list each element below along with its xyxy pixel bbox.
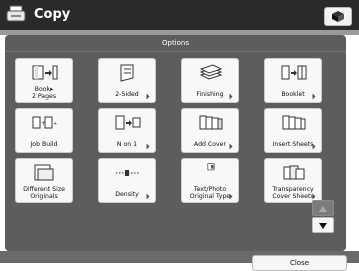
submenu-arrow-icon xyxy=(312,193,316,200)
job-build-icon: + +… xyxy=(32,116,58,129)
chevron-down-icon xyxy=(319,223,327,229)
submenu-arrow-icon xyxy=(312,93,316,100)
submenu-arrow-icon xyxy=(229,93,233,100)
option-2-sided[interactable]: 2-Sided xyxy=(98,58,156,103)
panel-header: Options xyxy=(5,35,346,52)
option-label: Book▸ 2 Pages xyxy=(31,86,57,100)
option-add-cover[interactable]: Add Cover xyxy=(181,108,239,153)
copy-machine-icon xyxy=(6,5,26,22)
n-on-1-icon xyxy=(115,115,141,130)
top-bar: Copy xyxy=(0,0,359,30)
app-title: Copy xyxy=(34,7,71,22)
option-label: Different Size Originals xyxy=(23,186,65,200)
transparency-cover-sheets-icon xyxy=(283,165,305,180)
scroll-down-button[interactable] xyxy=(312,217,334,233)
option-label: Job Build xyxy=(30,141,58,148)
submenu-arrow-icon xyxy=(229,193,233,200)
svg-text:+…: +… xyxy=(53,121,58,127)
option-insert-sheets[interactable]: Insert Sheets xyxy=(264,108,322,153)
submenu-arrow-icon xyxy=(229,143,233,150)
submenu-arrow-icon xyxy=(312,143,316,150)
submenu-arrow-icon xyxy=(146,143,150,150)
option-transparency-cover-sheets[interactable]: Transparency Cover Sheets xyxy=(264,158,322,203)
option-job-build[interactable]: + +… Job Build xyxy=(15,108,73,153)
close-button-label: Close xyxy=(289,259,310,267)
finishing-stack-icon xyxy=(199,64,223,80)
scroll-up-button[interactable] xyxy=(312,200,334,216)
status-button[interactable] xyxy=(324,7,352,26)
two-sided-icon xyxy=(120,64,134,82)
original-type-icon xyxy=(207,163,215,171)
option-density[interactable]: Density xyxy=(98,158,156,203)
option-booklet[interactable]: Booklet xyxy=(264,58,322,103)
booklet-icon xyxy=(281,65,307,80)
submenu-arrow-icon xyxy=(146,93,150,100)
option-original-type[interactable]: Text/Photo Original Type xyxy=(181,158,239,203)
different-size-originals-icon xyxy=(34,164,54,181)
book-to-two-pages-icon xyxy=(32,65,58,80)
close-button[interactable]: Close xyxy=(252,255,347,271)
copy-options-screen: Copy Options Book▸ 2 Pages 2-Sided Finis… xyxy=(0,0,359,271)
option-different-size-originals[interactable]: Different Size Originals xyxy=(15,158,73,203)
chevron-up-icon xyxy=(319,206,327,212)
option-book-2-pages[interactable]: Book▸ 2 Pages xyxy=(15,58,73,103)
add-cover-icon xyxy=(199,115,223,130)
options-panel: Options Book▸ 2 Pages 2-Sided Finishing … xyxy=(5,35,346,251)
submenu-arrow-icon xyxy=(146,193,150,200)
insert-sheets-icon xyxy=(282,115,306,130)
option-finishing[interactable]: Finishing xyxy=(181,58,239,103)
box-icon xyxy=(332,11,344,22)
option-n-on-1[interactable]: N on 1 xyxy=(98,108,156,153)
density-icon xyxy=(116,170,140,176)
